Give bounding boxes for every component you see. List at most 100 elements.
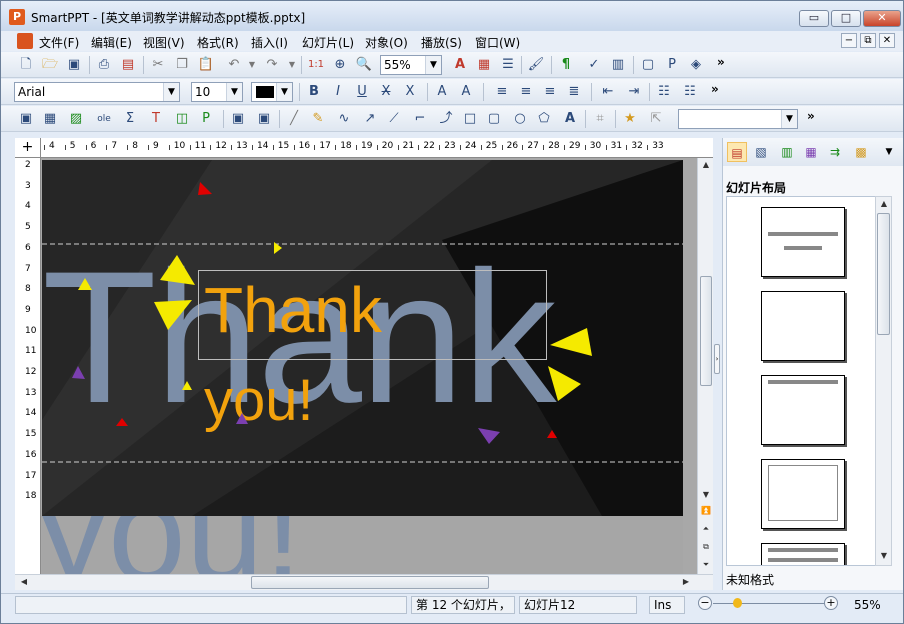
font-size-select[interactable]: 10 ▼ <box>191 82 243 102</box>
paste-icon[interactable]: 📋 <box>197 56 215 74</box>
menu-slide[interactable]: 幻灯片(L) <box>302 34 354 51</box>
rectangle-tool-icon[interactable]: □ <box>461 110 479 128</box>
insert-frame-icon[interactable]: ◫ <box>173 110 191 128</box>
line-tool-icon[interactable]: ╱ <box>285 110 303 128</box>
paragraph-mark-icon[interactable]: ¶ <box>557 56 575 74</box>
scroll-up-icon[interactable]: ▲ <box>877 197 891 211</box>
elbow-connector-icon[interactable]: ⌐ <box>411 110 429 128</box>
bold-icon[interactable]: B <box>305 83 323 101</box>
layout-title-only[interactable] <box>761 375 845 445</box>
scroll-up-icon[interactable]: ▲ <box>699 158 713 172</box>
zoom-to-fit-icon[interactable]: ⊕ <box>331 56 349 74</box>
scroll-down-icon[interactable]: ▼ <box>877 549 891 563</box>
slide-layout-icon[interactable]: ▤ <box>727 142 747 162</box>
color-scheme-icon[interactable]: ▥ <box>777 142 797 162</box>
zoom-select[interactable]: 55% ▼ <box>380 55 442 75</box>
curve-tool-icon[interactable]: ∿ <box>335 110 353 128</box>
background-icon[interactable]: ▦ <box>801 142 821 162</box>
scrollbar-thumb[interactable] <box>877 213 890 335</box>
splitter-handle[interactable]: › <box>714 344 720 374</box>
statistics-icon[interactable]: ▥ <box>609 56 627 74</box>
prev-slide-icon[interactable]: ⏶ <box>699 522 713 536</box>
scroll-left-icon[interactable]: ◀ <box>17 575 31 589</box>
underline-icon[interactable]: U <box>353 83 371 101</box>
cut-icon[interactable]: ✂ <box>149 56 167 74</box>
connector-tool-icon[interactable]: ⟋ <box>385 110 403 128</box>
print-icon[interactable]: ⎙ <box>95 56 113 74</box>
editor-horizontal-scrollbar[interactable]: ◀ ▶ <box>15 574 713 590</box>
database-icon[interactable]: ◈ <box>687 56 705 74</box>
scrollbar-thumb[interactable] <box>251 576 489 589</box>
slide-number-icon[interactable]: 1:1 <box>307 56 325 74</box>
undo-dropdown-icon[interactable]: ▼ <box>243 56 261 74</box>
rounded-rect-tool-icon[interactable]: ▢ <box>485 110 503 128</box>
align-left-icon[interactable]: ≡ <box>493 83 511 101</box>
document-icon[interactable] <box>17 33 33 49</box>
chevron-down-icon[interactable]: ▼ <box>781 110 797 128</box>
zoom-slider-track[interactable] <box>713 603 825 604</box>
chevron-down-icon[interactable]: ▼ <box>425 56 441 74</box>
spellcheck-icon[interactable]: ✓ <box>585 56 603 74</box>
numbered-list-icon[interactable]: ☷ <box>681 83 699 101</box>
vertical-ruler[interactable]: 2 3 4 5 6 7 8 9 10 11 12 13 14 15 16 17 18 <box>15 158 41 574</box>
shrink-font-icon[interactable]: A <box>457 83 475 101</box>
slide-sorter-icon[interactable]: ⧉ <box>699 540 713 554</box>
justify-icon[interactable]: ≣ <box>565 83 583 101</box>
maximize-button[interactable]: □ <box>831 10 861 27</box>
insert-ole-icon[interactable]: ole <box>95 110 113 128</box>
scroll-down-icon[interactable]: ▼ <box>699 488 713 502</box>
crop-icon[interactable]: ⌗ <box>591 110 609 128</box>
italic-icon[interactable]: I <box>329 83 347 101</box>
close-button[interactable]: ✕ <box>863 10 901 27</box>
freehand-tool-icon[interactable]: ✎ <box>309 110 327 128</box>
panel-splitter[interactable]: › <box>713 138 722 590</box>
clear-format-icon[interactable]: X <box>401 83 419 101</box>
status-insert-mode[interactable]: Ins <box>649 596 685 614</box>
layout-thumbnail-list[interactable] <box>726 196 892 566</box>
new-file-icon[interactable]: 🗋 <box>17 56 35 74</box>
group-icon[interactable]: ▣ <box>229 110 247 128</box>
align-right-icon[interactable]: ≡ <box>541 83 559 101</box>
picture-frame-icon[interactable]: P <box>663 56 681 74</box>
font-color-select[interactable]: ▼ <box>251 82 293 102</box>
menu-edit[interactable]: 编辑(E) <box>91 34 132 51</box>
menu-view[interactable]: 视图(V) <box>143 34 185 51</box>
save-icon[interactable]: ▣ <box>65 56 83 74</box>
minimize-button[interactable]: ▭ <box>799 10 829 27</box>
pdf-export-icon[interactable]: ▤ <box>119 56 137 74</box>
menu-file[interactable]: 文件(F) <box>39 34 79 51</box>
insert-image-icon[interactable]: ▨ <box>67 110 85 128</box>
font-color-a-icon[interactable]: A <box>451 56 469 74</box>
slide-editor[interactable]: + 4 5 6 7 8 9 10 11 12 13 14 15 16 17 18 19 20 21 22 23 24 25… <box>15 138 713 574</box>
slide-canvas[interactable]: Thank Thank you! <box>42 160 683 516</box>
layout-title-content[interactable] <box>761 543 845 565</box>
editor-vertical-scrollbar[interactable]: ▲ ▼ ⏫ ⏶ ⧉ ⏷ <box>697 158 713 574</box>
insert-textbox-icon[interactable]: T <box>147 110 165 128</box>
star-effects-icon[interactable]: ★ <box>621 110 639 128</box>
chevron-down-icon[interactable]: ▼ <box>163 83 179 101</box>
arrow-tool-icon[interactable]: ↗ <box>361 110 379 128</box>
ellipse-tool-icon[interactable]: ○ <box>511 110 529 128</box>
curved-connector-icon[interactable]: ⤴ <box>437 110 455 128</box>
toolbar-overflow-button[interactable]: » <box>807 109 815 123</box>
horizontal-ruler[interactable]: + 4 5 6 7 8 9 10 11 12 13 14 15 16 17 18 19 20 21 22 23 24 25… <box>15 138 713 158</box>
insert-formula-icon[interactable]: Σ <box>121 110 139 128</box>
text-box-icon[interactable]: ▢ <box>639 56 657 74</box>
menu-play[interactable]: 播放(S) <box>421 34 462 51</box>
zoom-in-button[interactable]: + <box>824 596 838 610</box>
format-painter-icon[interactable]: 🖌 <box>527 56 545 74</box>
mdi-minimize-button[interactable]: − <box>841 33 857 48</box>
toolbar-overflow-button[interactable]: » <box>717 55 725 69</box>
insert-chart-icon[interactable]: ▦ <box>475 56 493 74</box>
first-slide-icon[interactable]: ⏫ <box>699 504 713 518</box>
ungroup-icon[interactable]: ▣ <box>255 110 273 128</box>
ruler-crosshair-icon[interactable]: + <box>15 138 41 157</box>
layout-title-subtitle[interactable] <box>761 207 845 277</box>
wordart-icon[interactable]: A <box>561 110 579 128</box>
menu-insert[interactable]: 插入(I) <box>251 34 288 51</box>
open-folder-icon[interactable]: 🗁 <box>41 56 59 74</box>
menu-object[interactable]: 对象(O) <box>365 34 408 51</box>
grow-font-icon[interactable]: A <box>433 83 451 101</box>
insert-list-icon[interactable]: ☰ <box>499 56 517 74</box>
copy-icon[interactable]: ❐ <box>173 56 191 74</box>
